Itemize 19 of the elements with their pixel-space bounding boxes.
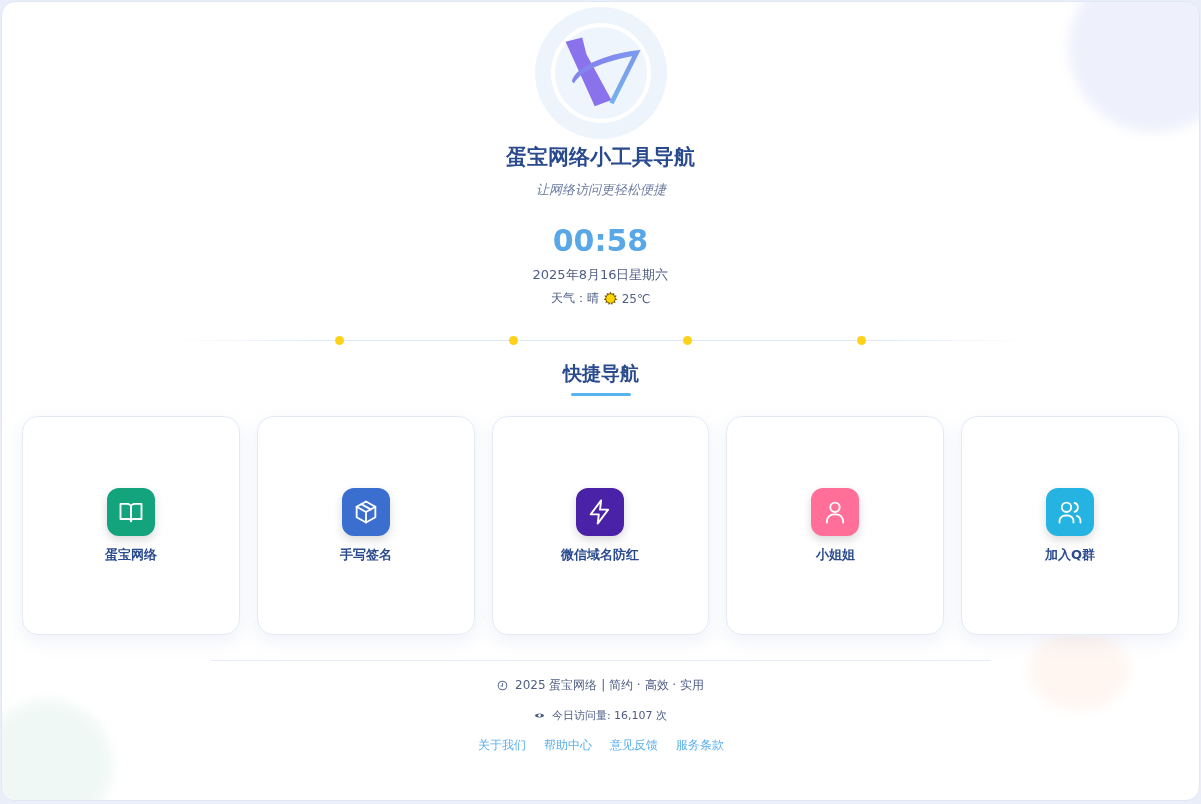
nav-card[interactable]: 蛋宝网络 (22, 416, 240, 635)
site-subtitle: 让网络访问更轻松便捷 (535, 181, 666, 199)
clock-date: 2025年8月16日星期六 (532, 266, 669, 284)
section-title: 快捷导航 (562, 361, 639, 386)
nav-card[interactable]: 微信域名防红 (491, 416, 710, 635)
site-title: 蛋宝网络小工具导航 (506, 144, 695, 171)
nav-card[interactable]: 小姐姐 (726, 416, 945, 635)
clock-time: 00:58 (552, 223, 649, 258)
clock-icon (497, 680, 509, 691)
nav-card[interactable]: 加入Q群 (961, 416, 1179, 635)
logo-icon (550, 23, 651, 123)
temperature: 25℃ (621, 291, 651, 306)
copyright-text: 2025 蛋宝网络 | 简约 · 高效 · 实用 (515, 677, 704, 694)
visit-count: 今日访问量: 16,107 次 (551, 708, 668, 723)
eye-icon (533, 710, 545, 721)
nav-card[interactable]: 手写签名 (256, 416, 475, 635)
title-underline (570, 393, 631, 396)
weather-label: 天气：晴 (550, 290, 599, 307)
sun-icon (602, 291, 618, 306)
